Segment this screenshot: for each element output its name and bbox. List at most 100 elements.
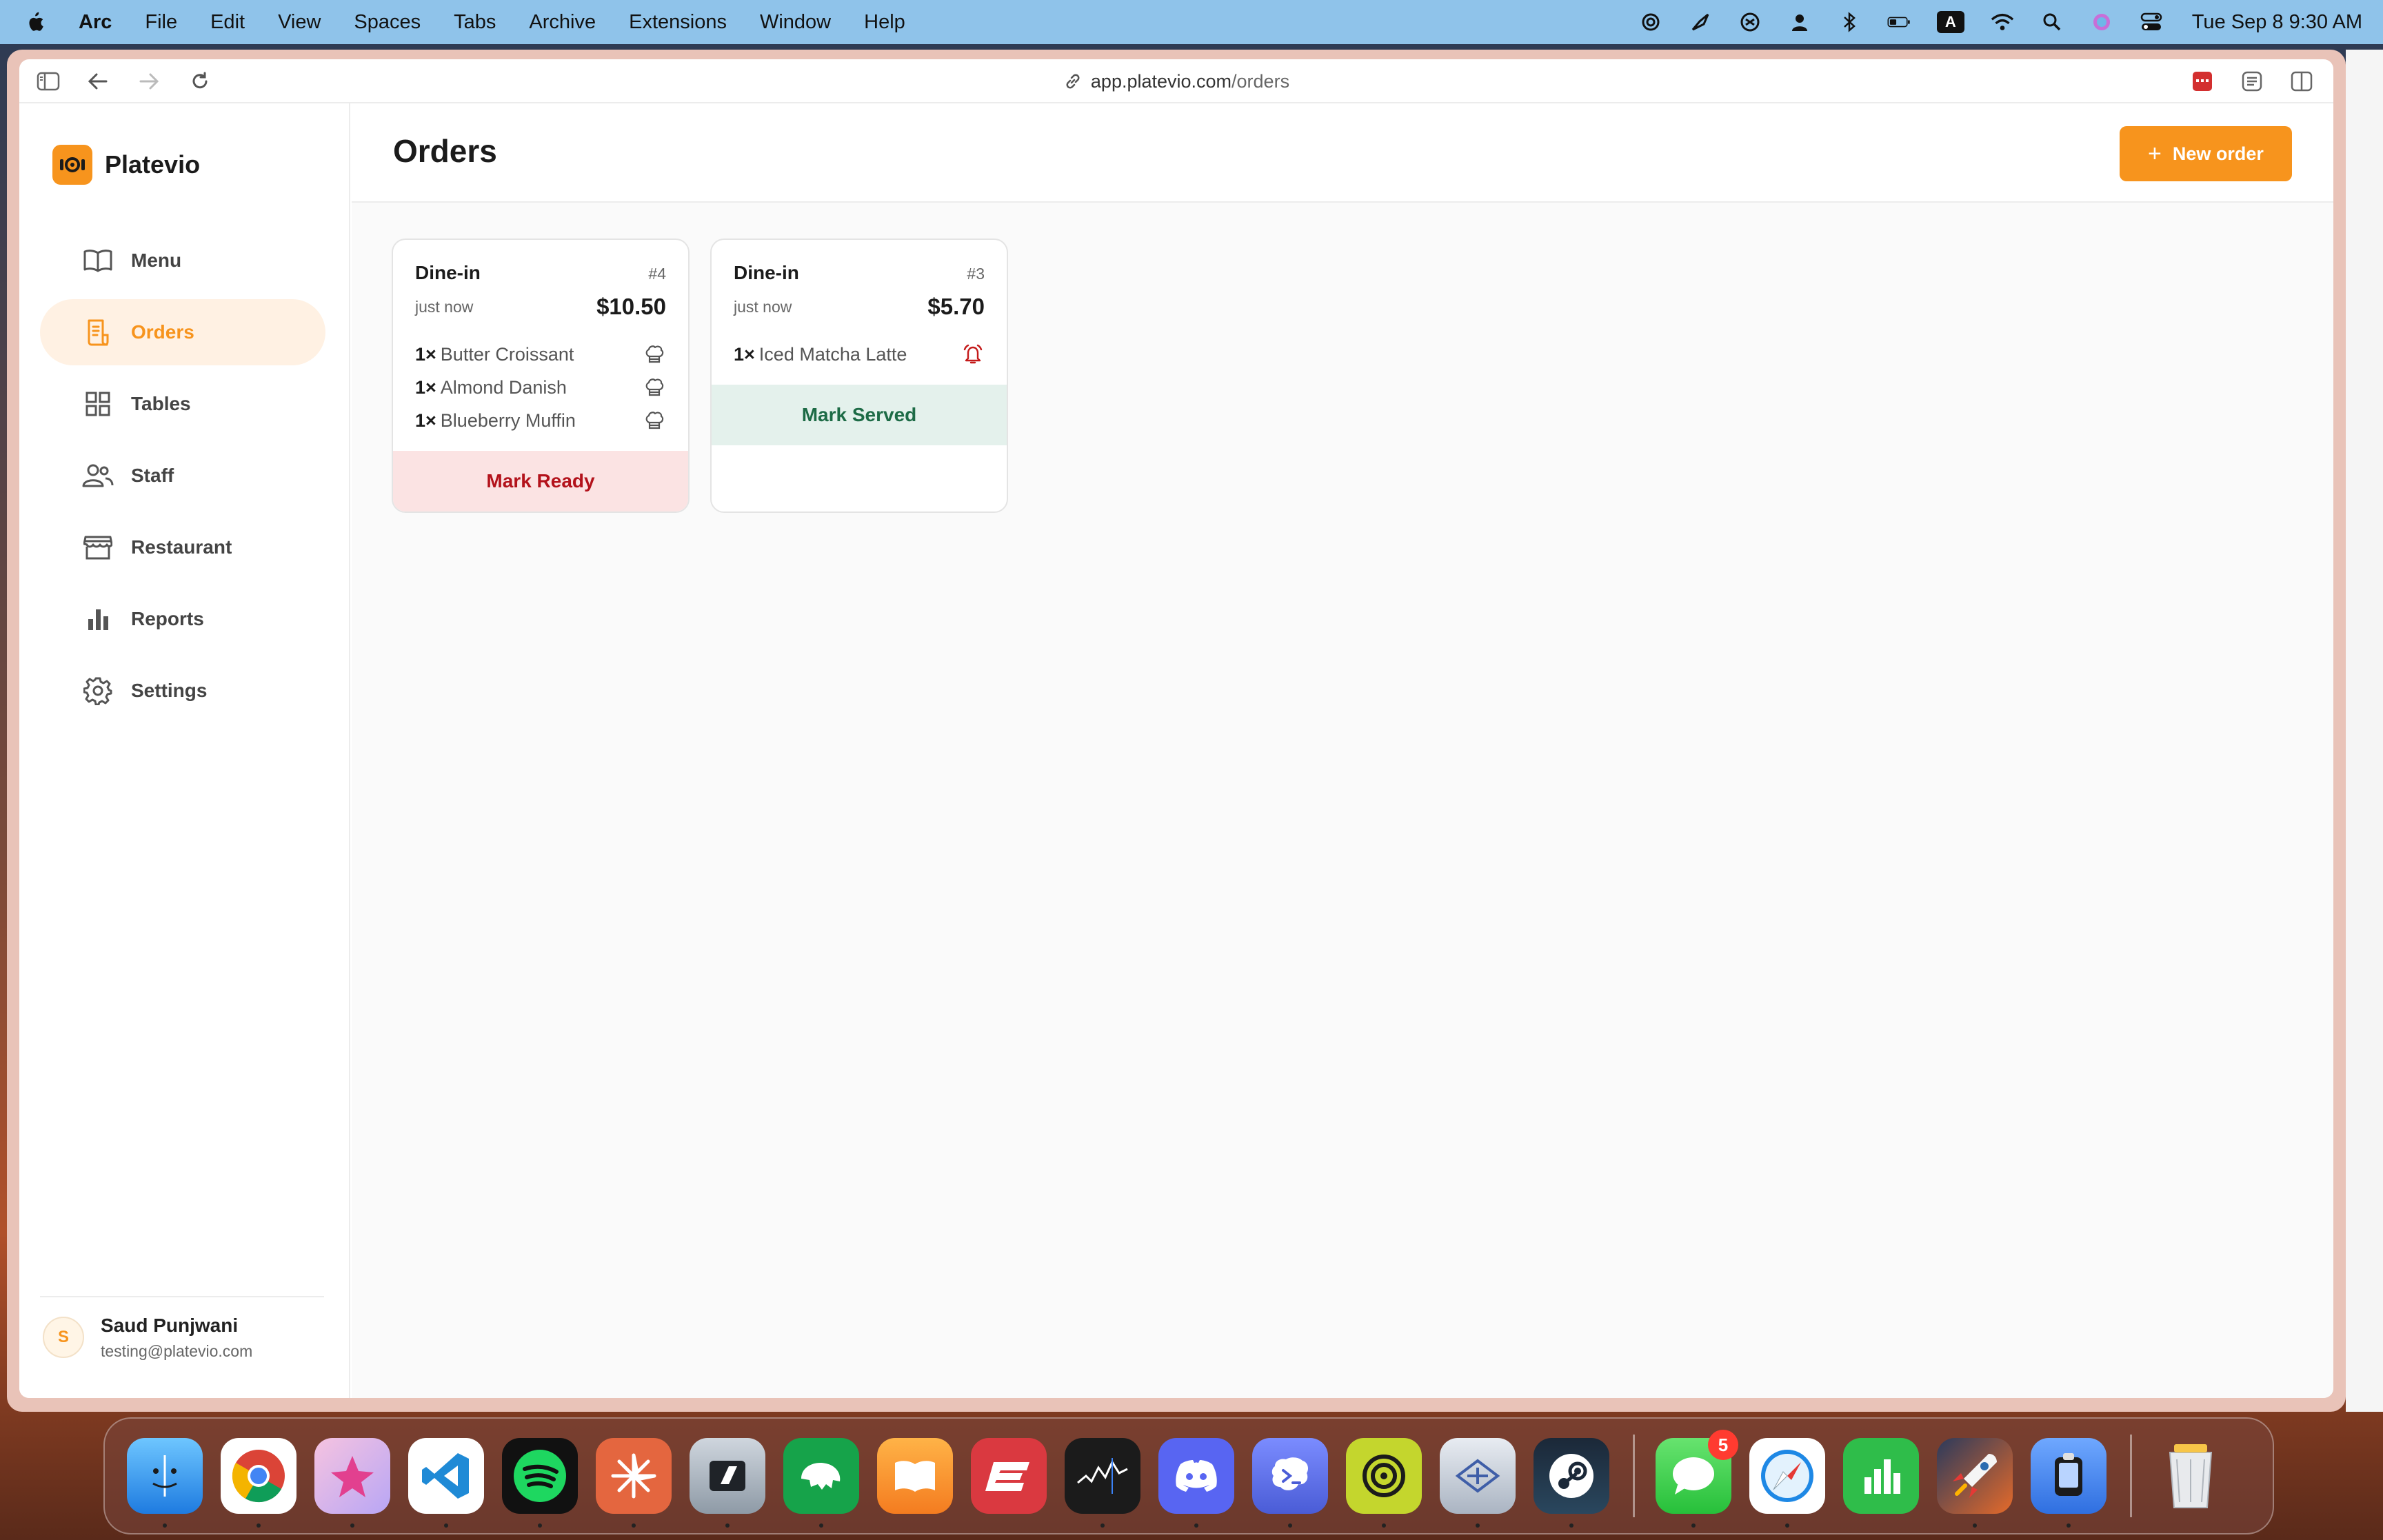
claude-icon[interactable] [596,1438,672,1528]
chef-hat-icon [643,376,666,399]
books-icon[interactable] [877,1438,953,1514]
receipt-icon [81,316,114,349]
people-icon [81,459,114,492]
messages-icon[interactable]: 5 [1656,1430,1738,1528]
user-profile[interactable]: S Saud Punjwani testing@platevio.com [40,1296,324,1377]
brand[interactable]: Platevio [52,145,200,185]
bluetooth-icon[interactable] [1838,10,1861,34]
dock: 5 [103,1417,2274,1534]
sidebar-item-orders[interactable]: Orders [40,299,325,365]
menu-help[interactable]: Help [864,11,905,34]
sidebar-item-restaurant[interactable]: Restaurant [40,514,325,580]
book-icon [81,244,114,277]
chef-hat-icon [643,409,666,432]
grid-icon [81,387,114,421]
menu-view[interactable]: View [278,11,321,34]
order-item: 1× Butter Croissant [415,338,666,371]
menu-tabs[interactable]: Tabs [454,11,496,34]
craft-icon[interactable] [314,1438,390,1528]
apple-icon[interactable] [25,11,44,33]
simulator-icon[interactable] [2031,1438,2107,1528]
sidebar-item-settings[interactable]: Settings [40,658,325,724]
filter-icon[interactable] [2238,68,2266,95]
menu-archive[interactable]: Archive [529,11,596,34]
rocket-icon[interactable] [1937,1438,2013,1528]
item-name: Butter Croissant [440,343,574,365]
numbers-icon[interactable] [1843,1438,1919,1514]
main-content: Orders + New order Dine-in #4 just now $… [352,103,2333,1398]
user-name: Saud Punjwani [101,1314,239,1336]
sidebar-item-label: Tables [131,393,191,414]
wifi-icon[interactable] [1991,10,2014,34]
trash-icon[interactable] [2153,1438,2229,1514]
siri-icon[interactable] [2090,10,2113,34]
battery-icon[interactable] [1887,10,1911,34]
order-number: #4 [648,265,666,283]
page-header: Orders + New order [352,103,2333,203]
menubar-clock[interactable]: Tue Sep 8 9:30 AM [2192,11,2362,34]
vscode-icon[interactable] [408,1438,484,1528]
back-arrow-icon[interactable] [84,68,112,95]
extension-icon[interactable] [2189,68,2216,95]
orders-grid: Dine-in #4 just now $10.50 1× Butter Croi… [392,239,1029,513]
sidebar-item-label: Staff [131,465,174,486]
brand-name: Platevio [105,150,201,179]
finder-icon[interactable] [127,1438,203,1528]
spotify-icon[interactable] [502,1438,578,1528]
sidebar-item-menu[interactable]: Menu [40,227,325,294]
steam-icon[interactable] [1534,1438,1609,1528]
menu-extensions[interactable]: Extensions [629,11,727,34]
menu-spaces[interactable]: Spaces [354,11,421,34]
instruments-icon[interactable] [1440,1438,1516,1528]
sidebar-item-staff[interactable]: Staff [40,443,325,509]
item-qty: 1× [734,343,755,365]
discord-icon[interactable] [1158,1438,1234,1528]
bell-alert-icon [961,343,985,366]
storefront-icon [81,531,114,564]
menu-file[interactable]: File [145,11,177,34]
sidebar-toggle-icon[interactable] [34,68,62,95]
bar-chart-icon [81,602,114,636]
spotlight-icon[interactable] [2040,10,2064,34]
background-window-edge [2346,50,2383,1412]
menu-edit[interactable]: Edit [210,11,245,34]
item-name: Blueberry Muffin [440,409,576,431]
menu-window[interactable]: Window [760,11,831,34]
menu-bar: Arc File Edit View Spaces Tabs Archive E… [0,0,2383,44]
reload-icon[interactable] [186,68,214,95]
mark-ready-button[interactable]: Mark Ready [393,451,688,511]
link-icon [1066,74,1080,89]
input-source-icon[interactable]: A [1936,11,1964,33]
address-field[interactable]: app.platevio.com/orders [19,59,2333,103]
sidebar-item-label: Menu [131,250,182,271]
safari-icon[interactable] [1749,1438,1825,1528]
mark-served-button[interactable]: Mark Served [712,385,1007,445]
sidebar-item-label: Settings [131,680,208,701]
app-sidebar: Platevio Menu Orders Tables Staff Restau… [19,103,350,1398]
user-icon[interactable] [1788,10,1811,34]
forward-arrow-icon[interactable] [135,68,163,95]
sidebar-item-label: Orders [131,321,194,343]
order-time: just now [734,297,792,316]
tableplus-icon[interactable] [783,1438,859,1528]
item-qty: 1× [415,409,436,431]
stocks-icon[interactable] [1065,1438,1140,1528]
openai-icon[interactable] [1639,10,1662,34]
page-title: Orders [393,133,497,169]
cursor-icon[interactable] [690,1438,765,1528]
new-order-button[interactable]: + New order [2120,126,2292,181]
perplexity-icon[interactable] [1346,1438,1422,1528]
expressvpn-icon[interactable] [971,1438,1047,1514]
control-center-icon[interactable] [2140,10,2163,34]
order-card: Dine-in #4 just now $10.50 1× Butter Croi… [392,239,690,513]
sidebar-item-reports[interactable]: Reports [40,586,325,652]
kite-icon[interactable] [1689,10,1712,34]
sidebar-item-tables[interactable]: Tables [40,371,325,437]
dock-separator [1633,1435,1635,1517]
split-view-icon[interactable] [2288,68,2315,95]
chatgpt-icon[interactable] [1738,10,1762,34]
chrome-icon[interactable] [221,1438,296,1528]
item-name: Iced Matcha Latte [758,343,907,365]
termius-icon[interactable] [1252,1438,1328,1528]
menu-app-name[interactable]: Arc [79,11,112,34]
